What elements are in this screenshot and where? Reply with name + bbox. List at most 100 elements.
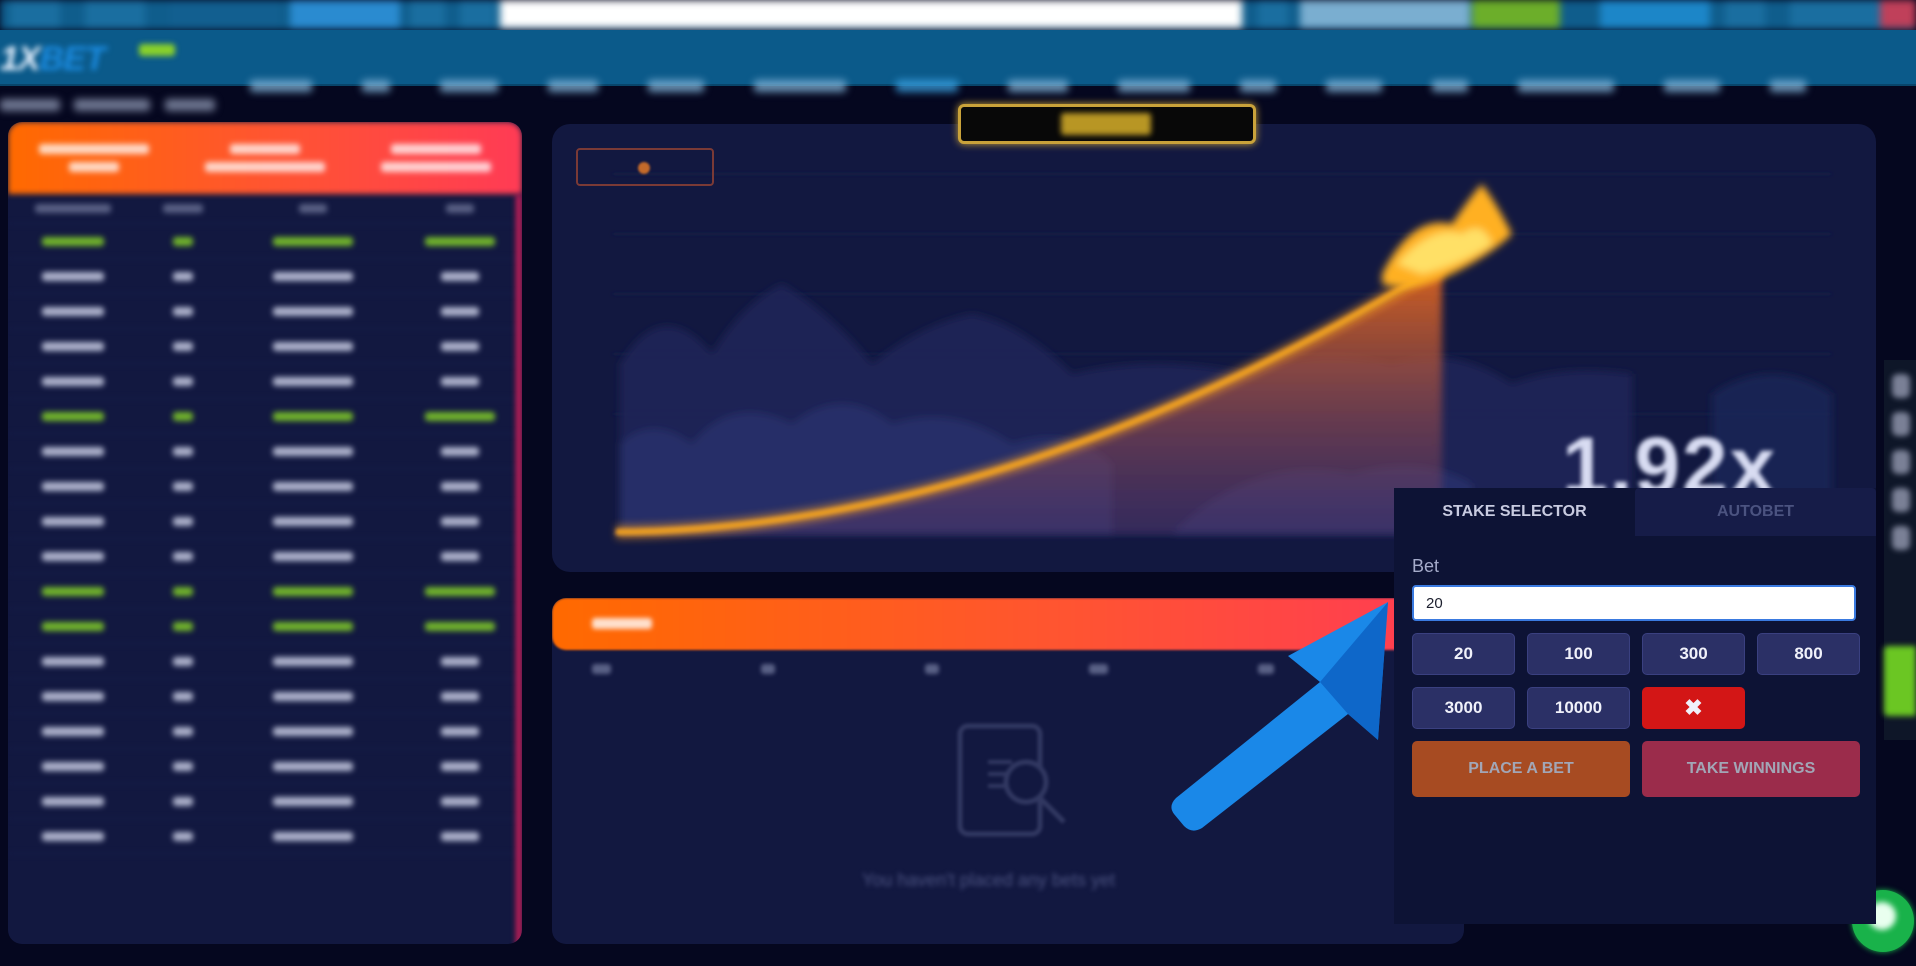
table-cell	[138, 656, 228, 666]
breadcrumb-item[interactable]	[74, 99, 151, 111]
table-cell	[228, 376, 398, 386]
top-bar-item[interactable]	[410, 0, 445, 28]
nav-item[interactable]	[1118, 80, 1190, 92]
top-bar-item[interactable]	[10, 0, 60, 28]
table-row	[8, 329, 522, 364]
table-row	[8, 819, 522, 854]
stake-chip-800[interactable]: 800	[1757, 633, 1860, 675]
tab-autobet[interactable]: AUTOBET	[1635, 488, 1876, 536]
right-sidebar-tools	[1884, 360, 1916, 740]
clear-stake-button[interactable]: ✖	[1642, 687, 1745, 729]
nav-item[interactable]	[1432, 80, 1468, 92]
table-cell	[138, 726, 228, 736]
top-bar-item[interactable]	[460, 0, 495, 28]
bet-input[interactable]	[1412, 585, 1856, 621]
game-mode-toggle[interactable]	[576, 148, 714, 186]
nav-item[interactable]	[1008, 80, 1068, 92]
sidebar-tool-icon[interactable]	[1892, 488, 1910, 512]
top-bar-item[interactable]	[1258, 0, 1288, 28]
nav-item[interactable]	[648, 80, 704, 92]
breadcrumb-item[interactable]	[0, 99, 60, 111]
table-header	[8, 194, 522, 224]
table-cell	[398, 761, 522, 771]
table-cell	[8, 341, 138, 351]
table-cell	[8, 306, 138, 316]
table-row	[8, 364, 522, 399]
table-cell	[228, 691, 398, 701]
nav-item[interactable]	[250, 80, 312, 92]
sidebar-tool-icon[interactable]	[1892, 450, 1910, 474]
registration-button[interactable]	[1600, 0, 1710, 28]
nav-item[interactable]	[548, 80, 598, 92]
table-cell	[398, 306, 522, 316]
top-bar-item[interactable]	[1725, 0, 1765, 28]
stake-chip-20[interactable]: 20	[1412, 633, 1515, 675]
nav-item[interactable]	[1326, 80, 1382, 92]
table-row	[8, 609, 522, 644]
logo-text: 1X	[0, 40, 41, 78]
login-field[interactable]	[1300, 0, 1470, 28]
take-winnings-button[interactable]: TAKE WINNINGS	[1642, 741, 1860, 797]
nav-item[interactable]	[1770, 80, 1806, 92]
table-cell	[138, 271, 228, 281]
table-row	[8, 784, 522, 819]
table-cell	[398, 341, 522, 351]
table-cell	[8, 586, 138, 596]
scrollbar[interactable]	[516, 194, 522, 944]
top-bar-item[interactable]	[170, 0, 280, 28]
nav-item[interactable]	[362, 80, 390, 92]
table-cell	[138, 446, 228, 456]
nav-item[interactable]	[754, 80, 846, 92]
table-cell	[228, 831, 398, 841]
sidebar-tool-icon[interactable]	[1892, 374, 1910, 398]
tab-stake-selector[interactable]: STAKE SELECTOR	[1394, 488, 1635, 536]
breadcrumb	[0, 98, 225, 112]
stake-chip-10000[interactable]: 10000	[1527, 687, 1630, 729]
sidebar-tool-icon[interactable]	[1892, 412, 1910, 436]
main-navbar	[0, 30, 1916, 92]
table-row	[8, 294, 522, 329]
stake-chip-300[interactable]: 300	[1642, 633, 1745, 675]
table-cell	[8, 516, 138, 526]
table-cell	[398, 586, 522, 596]
table-row	[8, 714, 522, 749]
stake-chip-100[interactable]: 100	[1527, 633, 1630, 675]
search-bar[interactable]	[500, 0, 1242, 28]
nav-item[interactable]	[1518, 80, 1614, 92]
table-cell	[138, 236, 228, 246]
place-bet-button[interactable]: PLACE A BET	[1412, 741, 1630, 797]
all-bets-table	[8, 194, 522, 854]
new-badge	[139, 44, 175, 56]
flag-icon[interactable]	[1880, 0, 1916, 28]
all-bets-panel	[8, 122, 522, 944]
language-selector[interactable]	[1790, 0, 1880, 28]
table-cell	[138, 306, 228, 316]
top-bar-button[interactable]	[290, 0, 400, 28]
table-row	[8, 504, 522, 539]
table-row	[8, 749, 522, 784]
table-cell	[398, 446, 522, 456]
table-cell	[138, 761, 228, 771]
nav-item[interactable]	[1240, 80, 1276, 92]
table-cell	[8, 726, 138, 736]
table-cell	[138, 376, 228, 386]
top-utility-bar	[0, 0, 1916, 30]
table-cell	[228, 761, 398, 771]
stake-chip-3000[interactable]: 3000	[1412, 687, 1515, 729]
nav-item[interactable]	[440, 80, 498, 92]
table-cell	[228, 271, 398, 281]
breadcrumb-item	[164, 99, 215, 111]
table-cell	[398, 656, 522, 666]
login-button[interactable]	[1472, 0, 1560, 28]
site-logo[interactable]: 1XBET	[0, 40, 106, 79]
top-bar-item[interactable]	[85, 0, 145, 28]
promo-tab[interactable]	[1884, 646, 1916, 716]
table-cell	[8, 691, 138, 701]
table-cell	[138, 586, 228, 596]
nav-item-active[interactable]	[896, 80, 958, 92]
jackpot-banner[interactable]	[958, 104, 1256, 144]
sidebar-tool-icon[interactable]	[1892, 526, 1910, 550]
table-cell	[228, 796, 398, 806]
table-cell	[398, 411, 522, 421]
nav-item[interactable]	[1664, 80, 1720, 92]
